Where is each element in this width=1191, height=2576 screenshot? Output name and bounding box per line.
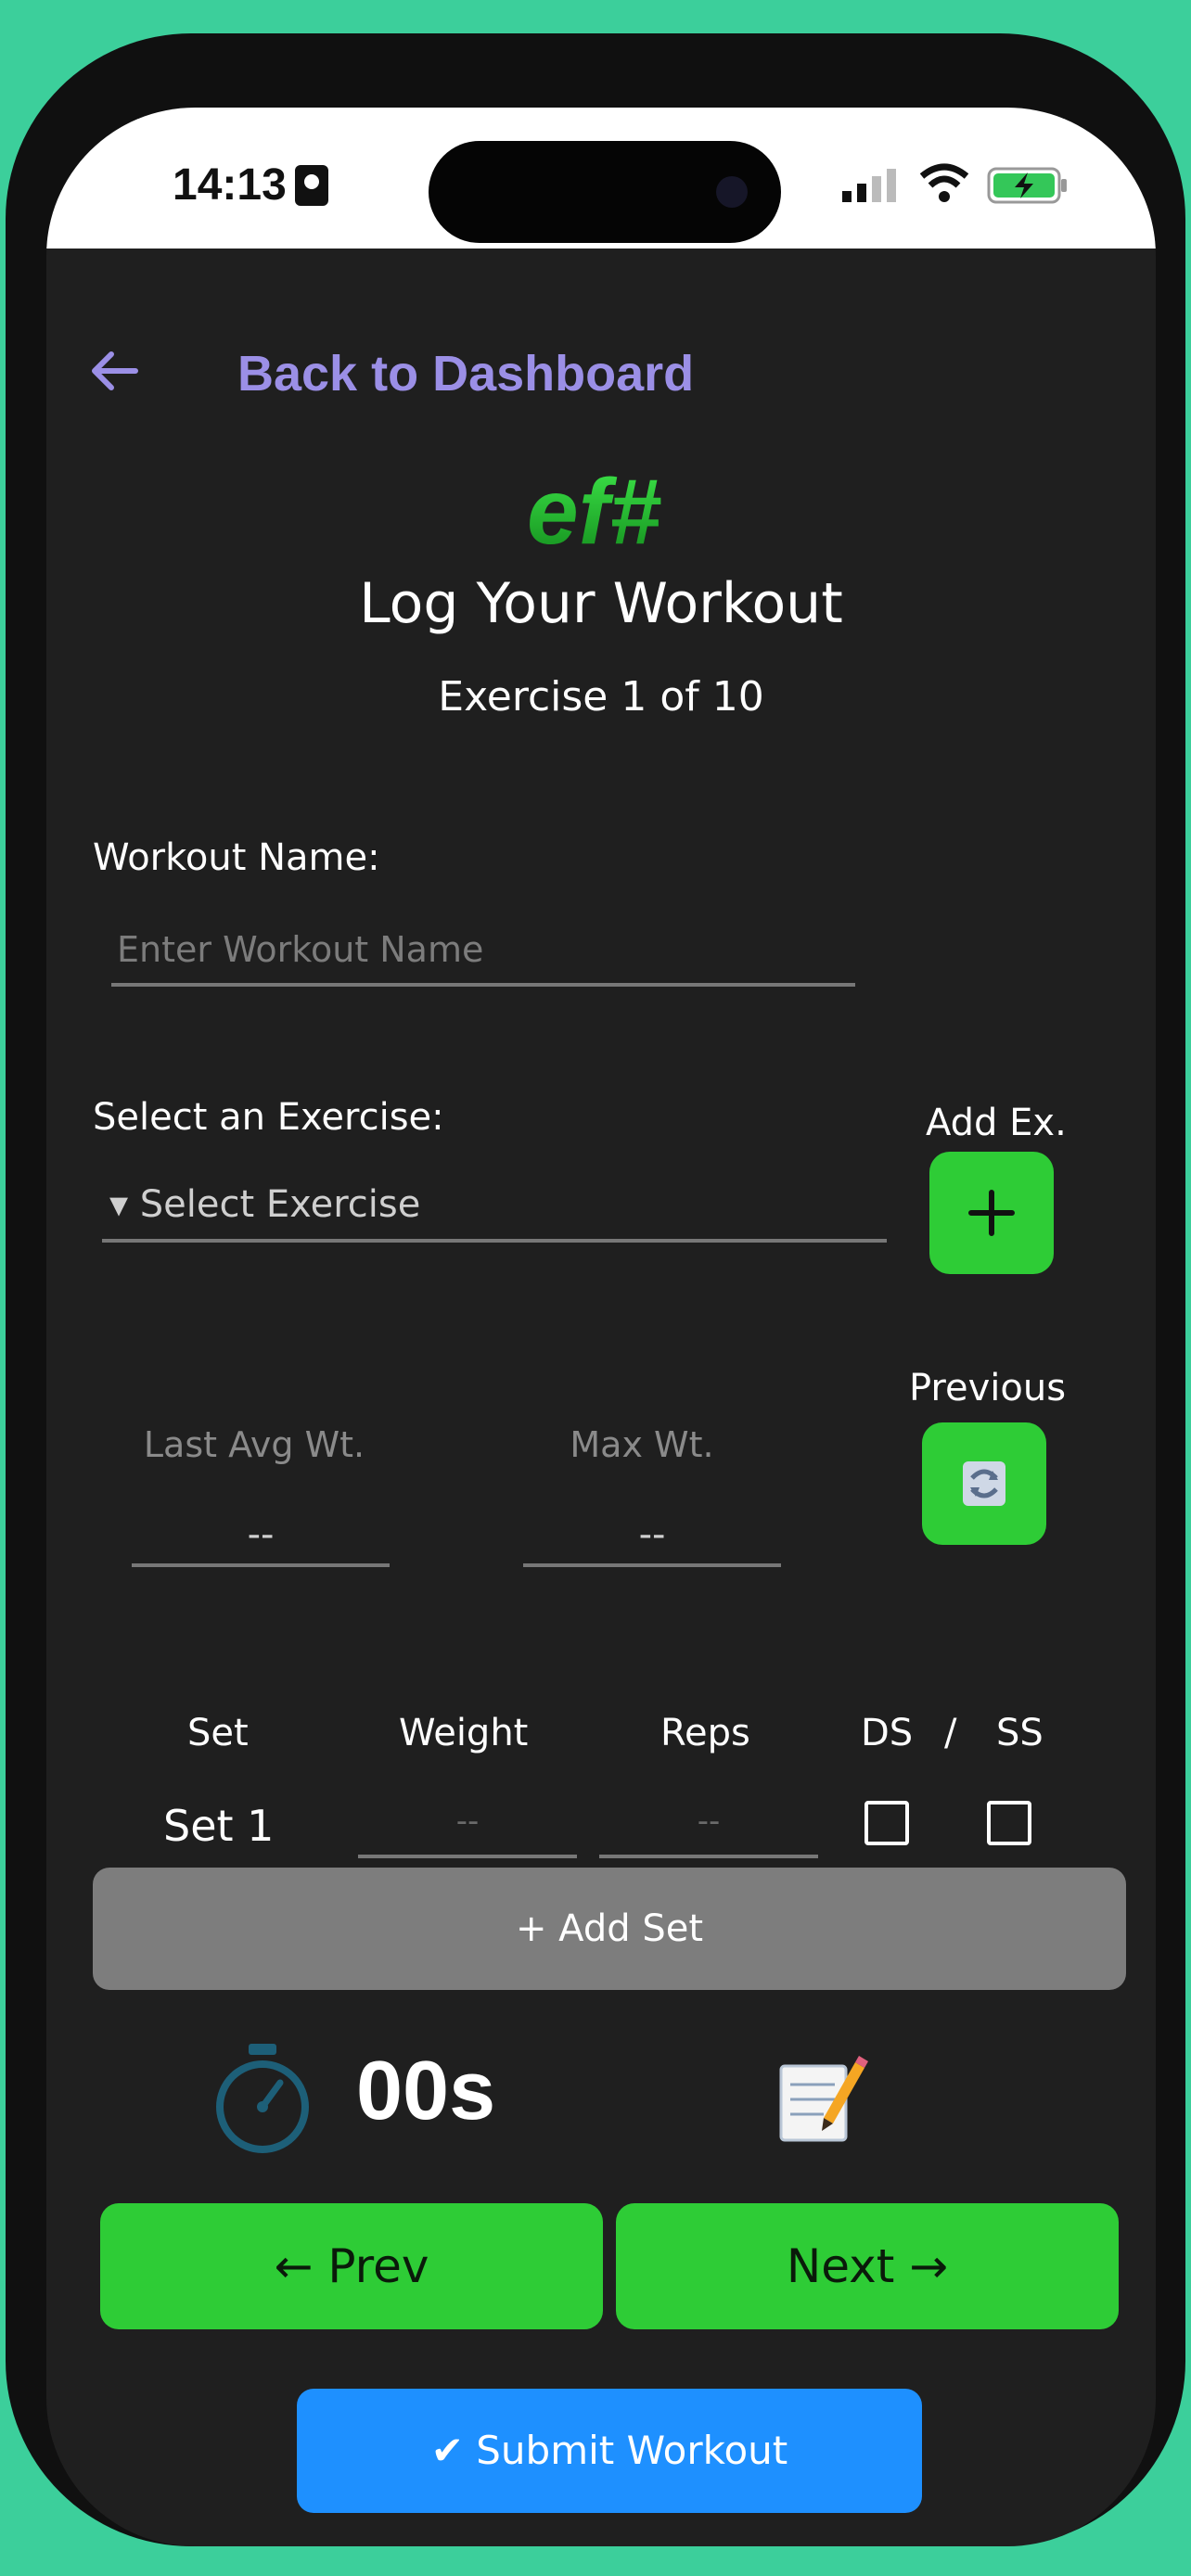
max-weight-label: Max Wt.	[570, 1424, 714, 1465]
weight-column-header: Weight	[399, 1712, 529, 1754]
app-screen: 14:13 Back to Dashboard ef# Log Your Wor…	[46, 108, 1156, 2546]
notes-icon[interactable]	[775, 2053, 868, 2146]
logo-text: ef#	[527, 462, 661, 564]
next-exercise-button[interactable]: Next →	[616, 2203, 1119, 2329]
status-time: 14:13	[173, 160, 287, 210]
dynamic-island	[429, 141, 781, 243]
refresh-icon	[963, 1461, 1005, 1506]
back-to-dashboard-label: Back to Dashboard	[237, 346, 695, 402]
last-avg-weight-label: Last Avg Wt.	[143, 1424, 365, 1465]
set-row-label: Set 1	[163, 1801, 275, 1851]
workout-name-label: Workout Name:	[93, 836, 380, 879]
drop-set-column-header: DS	[861, 1712, 914, 1754]
set-reps-input[interactable]: --	[599, 1788, 818, 1858]
app-logo: ef#	[527, 462, 661, 564]
prev-exercise-button[interactable]: ← Prev	[100, 2203, 603, 2329]
max-weight-value: --	[523, 1506, 781, 1567]
last-avg-weight-value: --	[132, 1506, 390, 1567]
plus-icon	[968, 1190, 1015, 1236]
workout-name-input[interactable]	[111, 916, 855, 987]
select-exercise-label: Select an Exercise:	[93, 1096, 444, 1139]
set-weight-input[interactable]: --	[358, 1788, 577, 1858]
stopwatch-icon[interactable]	[211, 2042, 314, 2155]
timer-value: 00s	[356, 2045, 496, 2137]
battery-charging-icon	[987, 167, 1067, 204]
status-bar: 14:13	[46, 108, 1156, 249]
focus-id-icon	[295, 165, 328, 206]
phone-frame: 14:13 Back to Dashboard ef# Log Your Wor…	[6, 33, 1185, 2546]
exercise-counter: Exercise 1 of 10	[438, 673, 764, 721]
set-column-header: Set	[187, 1712, 249, 1754]
reps-column-header: Reps	[660, 1712, 750, 1754]
exercise-select[interactable]: ▾ Select Exercise	[102, 1172, 887, 1243]
back-to-dashboard-link[interactable]: Back to Dashboard	[46, 321, 1156, 423]
arrow-left-icon	[92, 351, 138, 390]
cellular-signal-icon	[842, 169, 896, 202]
drop-set-checkbox[interactable]	[864, 1801, 909, 1845]
previous-label: Previous	[909, 1367, 1067, 1409]
super-set-checkbox[interactable]	[987, 1801, 1031, 1845]
wifi-icon	[919, 163, 969, 202]
previous-workout-button[interactable]	[922, 1422, 1046, 1545]
super-set-column-header: SS	[996, 1712, 1044, 1754]
add-set-button[interactable]: + Add Set	[93, 1868, 1126, 1990]
add-exercise-button[interactable]	[929, 1152, 1054, 1274]
exercise-select-text: ▾ Select Exercise	[109, 1183, 421, 1226]
column-separator: /	[944, 1712, 957, 1754]
add-exercise-label: Add Ex.	[926, 1102, 1067, 1144]
camera-icon	[716, 176, 748, 208]
submit-workout-button[interactable]: ✔ Submit Workout	[297, 2389, 922, 2513]
page-title: Log Your Workout	[359, 571, 843, 636]
